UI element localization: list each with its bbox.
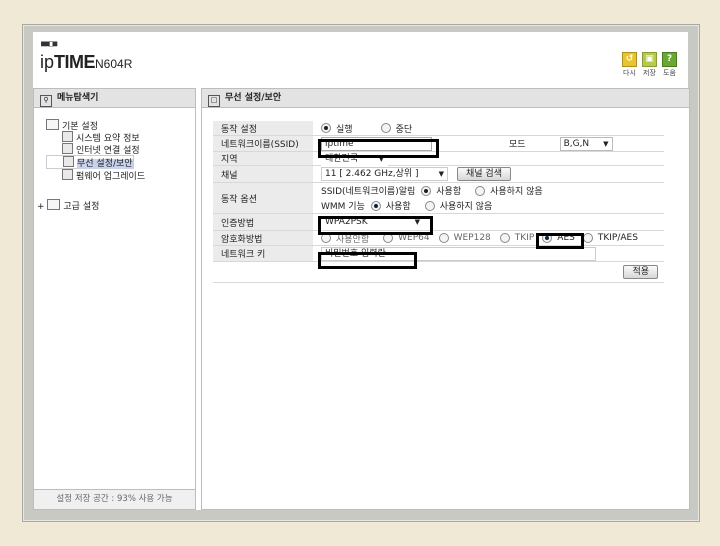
row-auth: 인증방법 WPA2PSK ▼	[213, 214, 664, 231]
header: ■■□■ ipTIMEN604R ↺ 다시 ▣ 저장 ? 도움	[33, 32, 688, 86]
radio-ssid-alarm-off[interactable]: 사용하지 않음	[475, 184, 543, 197]
expand-icon: +	[37, 202, 48, 212]
annotation-box-key	[318, 252, 417, 269]
apply-button[interactable]: 적용	[623, 265, 658, 279]
help-icon: ?	[662, 52, 677, 67]
tree-group-basic[interactable]: 기본 설정	[46, 119, 145, 132]
row-options: 동작 옵션 SSID(네트워크이름)알림 사용함 사용하지 않음 WMM 기능 …	[213, 183, 664, 214]
radio-enc-tkip[interactable]: TKIP	[499, 233, 534, 243]
tree-group-advanced[interactable]: + 고급 설정	[37, 199, 145, 212]
row-network-key: 네트워크 키 비밀번호 입력란	[213, 246, 664, 262]
page-icon: □	[208, 95, 220, 107]
mode-label: 모드	[509, 140, 526, 150]
save-icon: ▣	[642, 52, 657, 67]
apply-row: 적용	[213, 262, 664, 283]
main-panel: □ 무선 설정/보안 동작 설정 실행 중단 네트워크이름(SSID) iptim…	[201, 88, 690, 510]
label-encryption: 암호화방법	[213, 231, 313, 245]
radio-wmm-off-circle[interactable]	[424, 200, 435, 211]
router-admin-window: ■■□■ ipTIMEN604R ↺ 다시 ▣ 저장 ? 도움 ⚲ 메뉴탐색기 기본 설…	[33, 32, 690, 510]
radio-enc-wep128[interactable]: WEP128	[438, 233, 491, 243]
channel-select[interactable]: 11 [ 2.462 GHz,상위 ] ▼	[321, 167, 448, 181]
help-button[interactable]: ? 도움	[661, 52, 678, 78]
radio-wmm-off[interactable]: 사용하지 않음	[424, 199, 492, 212]
radio-ssid-alarm-off-circle[interactable]	[475, 185, 486, 196]
radio-enc-tkip-circle[interactable]	[499, 233, 510, 243]
radio-stop-circle[interactable]	[380, 123, 391, 133]
save-label: 저장	[643, 69, 656, 77]
upgrade-icon	[62, 169, 73, 180]
ssid-alarm-label: SSID(네트워크이름)알림	[321, 187, 416, 197]
folder-icon	[47, 199, 61, 210]
tree-item-system-summary[interactable]: 시스템 요약 정보	[46, 131, 145, 144]
search-icon: ⚲	[40, 95, 52, 107]
toolbar: ↺ 다시 ▣ 저장 ? 도움	[621, 52, 678, 78]
network-icon	[62, 143, 73, 154]
radio-enc-tkip-aes[interactable]: TKIP/AES	[582, 233, 638, 243]
label-operation: 동작 설정	[213, 121, 313, 135]
annotation-box-aes	[536, 233, 584, 249]
logo-mark: ■■□■	[41, 39, 57, 48]
sidebar-title: ⚲ 메뉴탐색기	[34, 89, 195, 108]
main-title: □ 무선 설정/보안	[202, 89, 689, 108]
radio-wmm-on[interactable]: 사용함	[370, 199, 411, 212]
wmm-label: WMM 기능	[321, 202, 365, 212]
row-operation: 동작 설정 실행 중단	[213, 121, 664, 136]
menu-explorer: ⚲ 메뉴탐색기 기본 설정 시스템 요약 정보 인터넷 연결 설정 무선 설정/보…	[33, 88, 196, 510]
label-ssid: 네트워크이름(SSID)	[213, 136, 313, 151]
tree-item-firmware-upgrade[interactable]: 펌웨어 업그레이드	[46, 169, 145, 182]
mode-select[interactable]: B,G,N ▼	[559, 136, 613, 151]
help-label: 도움	[663, 69, 676, 77]
back-icon: ↺	[622, 52, 637, 67]
tree-item-internet-setup[interactable]: 인터넷 연결 설정	[46, 143, 145, 156]
radio-enc-tkip-aes-circle[interactable]	[582, 233, 593, 243]
radio-run-circle[interactable]	[321, 123, 331, 133]
chart-icon	[62, 131, 73, 142]
save-button[interactable]: ▣ 저장	[641, 52, 658, 78]
label-region: 지역	[213, 152, 313, 165]
annotation-box-ssid	[318, 139, 439, 158]
channel-search-button[interactable]: 채널 검색	[457, 167, 511, 181]
tree-item-wireless-security[interactable]: 무선 설정/보안	[46, 155, 134, 169]
wireless-icon	[63, 156, 74, 167]
radio-ssid-alarm-on-circle[interactable]	[421, 185, 432, 196]
menu-tree: 기본 설정 시스템 요약 정보 인터넷 연결 설정 무선 설정/보안 펌웨어 업…	[37, 119, 145, 212]
back-label: 다시	[623, 69, 636, 77]
storage-status: 설정 저장 공간 : 93% 사용 가능	[34, 489, 195, 509]
label-channel: 채널	[213, 166, 313, 182]
radio-stop[interactable]: 중단	[380, 122, 412, 135]
radio-wmm-on-circle[interactable]	[370, 200, 381, 211]
label-network-key: 네트워크 키	[213, 246, 313, 261]
radio-ssid-alarm-on[interactable]: 사용함	[421, 184, 461, 197]
chevron-down-icon: ▼	[603, 139, 609, 148]
row-encryption: 암호화방법 사용안함 WEP64 WEP128 TKIP AES TKIP/AE…	[213, 231, 664, 246]
folder-open-icon	[46, 119, 59, 130]
logo: ipTIMEN604R	[40, 52, 133, 72]
row-channel: 채널 11 [ 2.462 GHz,상위 ] ▼ 채널 검색	[213, 166, 664, 183]
back-button[interactable]: ↺ 다시	[621, 52, 638, 78]
annotation-box-auth	[318, 216, 433, 235]
label-auth: 인증방법	[213, 214, 313, 230]
chevron-down-icon: ▼	[438, 170, 444, 178]
label-options: 동작 옵션	[213, 183, 313, 213]
radio-run[interactable]: 실행	[321, 122, 353, 135]
radio-enc-wep128-circle[interactable]	[438, 233, 449, 243]
